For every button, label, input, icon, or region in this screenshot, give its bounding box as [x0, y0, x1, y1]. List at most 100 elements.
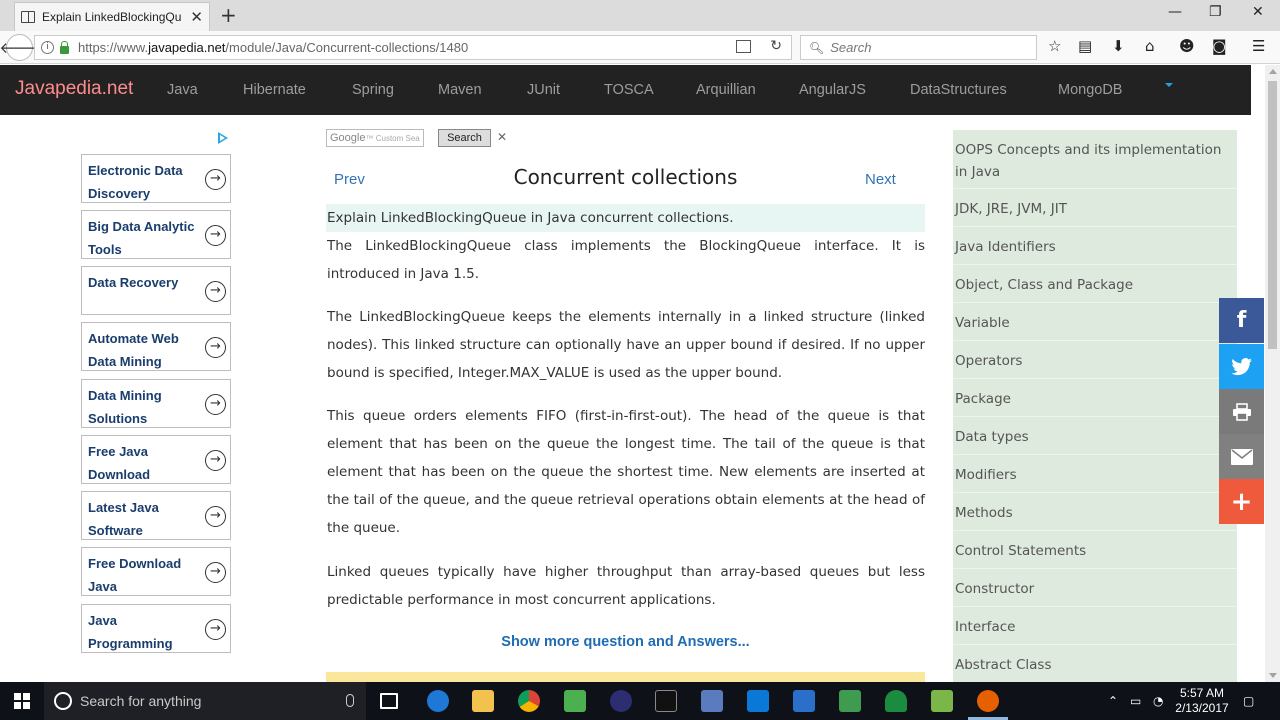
prev-link[interactable]: Prev	[334, 171, 365, 188]
email-share-icon[interactable]	[1219, 434, 1264, 479]
windows-start-icon[interactable]	[14, 693, 30, 709]
topic-link[interactable]: Variable	[955, 312, 1233, 334]
ad-link-big-data-analytic-tools[interactable]: Big Data Analytic Tools →	[81, 210, 231, 259]
topic-link[interactable]: Java Identifiers	[955, 236, 1233, 258]
topic-link[interactable]: Interface	[955, 616, 1233, 638]
google-custom-search-input[interactable]: Google™ Custom Sea	[326, 129, 424, 147]
nav-angularjs[interactable]: AngularJS	[799, 82, 866, 98]
reload-icon[interactable]: ↻	[770, 38, 782, 54]
network-app-icon[interactable]	[701, 690, 723, 712]
page-scrollbar[interactable]	[1265, 65, 1280, 682]
battery-icon[interactable]: ▭	[1130, 694, 1141, 708]
ad-link-latest-java-software[interactable]: Latest Java Software →	[81, 491, 231, 540]
topic-divider	[953, 226, 1237, 227]
tray-chevron-icon[interactable]: ⌃	[1108, 694, 1118, 708]
nav-datastructures[interactable]: DataStructures	[910, 82, 1007, 98]
download-icon[interactable]: ⬇	[1112, 37, 1125, 55]
edge-browser-icon[interactable]	[427, 690, 449, 712]
site-brand[interactable]: Javapedia.net	[15, 78, 133, 100]
wifi-icon[interactable]: ◔	[1153, 694, 1163, 708]
file-explorer-icon[interactable]	[472, 690, 494, 712]
pocket-icon[interactable]: ◙	[1212, 37, 1227, 55]
twitter-share-icon[interactable]	[1219, 344, 1264, 389]
home-icon[interactable]: ⌂	[1145, 37, 1155, 55]
more-share-plus-icon[interactable]: +	[1219, 479, 1264, 524]
nav-mongodb[interactable]: MongoDB	[1058, 82, 1122, 98]
scroll-down-arrow-icon[interactable]	[1269, 673, 1277, 678]
browser-tab-active[interactable]: Explain LinkedBlockingQu... ✕	[14, 2, 210, 31]
topic-link[interactable]: Operators	[955, 350, 1233, 372]
scroll-up-arrow-icon[interactable]	[1269, 69, 1277, 74]
arrow-right-circle-icon: →	[205, 225, 226, 246]
minimize-icon[interactable]: —	[1168, 4, 1182, 20]
ad-link-free-download-java[interactable]: Free Download Java →	[81, 547, 231, 596]
topic-link[interactable]: Modifiers	[955, 464, 1233, 486]
topic-divider	[953, 340, 1237, 341]
nav-spring[interactable]: Spring	[352, 82, 394, 98]
topic-link[interactable]: Control Statements	[955, 540, 1233, 562]
facebook-share-icon[interactable]: f	[1219, 298, 1264, 343]
vscode-icon[interactable]	[793, 690, 815, 712]
nav-hibernate[interactable]: Hibernate	[243, 82, 306, 98]
address-bar[interactable]: i https://www.javapedia.net/module/Java/…	[34, 35, 792, 60]
cortana-icon	[54, 692, 72, 710]
notifications-icon[interactable]: ▢	[1243, 694, 1254, 708]
topic-link[interactable]: JDK, JRE, JVM, JIT	[955, 198, 1233, 220]
topic-link[interactable]: Package	[955, 388, 1233, 410]
nav-dropdown-caret-icon[interactable]	[1165, 83, 1173, 87]
nav-arquillian[interactable]: Arquillian	[696, 82, 756, 98]
bookmark-star-icon[interactable]: ☆	[1048, 37, 1061, 55]
new-tab-icon[interactable]: +	[220, 3, 237, 27]
eclipse-icon[interactable]	[610, 690, 632, 712]
show-more-link[interactable]: Show more question and Answers...	[326, 634, 925, 650]
nav-maven[interactable]: Maven	[438, 82, 482, 98]
back-arrow-icon[interactable]: 🡐	[0, 34, 40, 61]
next-link[interactable]: Next	[865, 171, 896, 188]
topic-link[interactable]: Data types	[955, 426, 1233, 448]
microphone-icon[interactable]	[346, 694, 354, 707]
ad-link-data-recovery[interactable]: Data Recovery →	[81, 266, 231, 315]
search-icon: 🔍︎	[809, 40, 825, 55]
ad-link-automate-web-data-mining[interactable]: Automate Web Data Mining →	[81, 322, 231, 371]
browser-search-input[interactable]: 🔍︎ Search	[800, 35, 1037, 60]
system-clock[interactable]: 5:57 AM 2/13/2017	[1172, 686, 1232, 716]
bookmarks-list-icon[interactable]: ▤	[1078, 37, 1092, 55]
nav-tosca[interactable]: TOSCA	[604, 82, 654, 98]
close-tab-icon[interactable]: ✕	[190, 8, 203, 26]
maximize-icon[interactable]: ❐	[1209, 4, 1222, 20]
print-icon[interactable]	[1219, 389, 1264, 434]
ad-link-electronic-data-discovery[interactable]: Electronic Data Discovery →	[81, 154, 231, 203]
nav-java[interactable]: Java	[167, 82, 198, 98]
ad-link-java-programming[interactable]: Java Programming →	[81, 604, 231, 653]
topic-link[interactable]: Abstract Class	[955, 654, 1233, 676]
adchoices-icon[interactable]	[218, 132, 228, 144]
app-icon-green[interactable]	[564, 690, 586, 712]
chrome-icon[interactable]	[518, 690, 540, 712]
topic-link[interactable]: Methods	[955, 502, 1233, 524]
topic-link[interactable]: Object, Class and Package	[955, 274, 1233, 296]
photos-icon[interactable]	[839, 690, 861, 712]
task-view-icon[interactable]	[380, 693, 398, 709]
ad-link-free-java-download[interactable]: Free Java Download →	[81, 435, 231, 484]
close-window-icon[interactable]: ✕	[1252, 4, 1264, 20]
topic-divider	[953, 492, 1237, 493]
mail-icon[interactable]	[747, 690, 769, 712]
ad-link-data-mining-solutions[interactable]: Data Mining Solutions →	[81, 379, 231, 428]
menu-icon[interactable]: ☰	[1252, 37, 1265, 55]
firefox-icon[interactable]	[968, 690, 1008, 720]
notepad-icon[interactable]	[931, 690, 953, 712]
chat-icon[interactable]: ☻	[1179, 37, 1195, 55]
nav-junit[interactable]: JUnit	[527, 82, 560, 98]
topic-link[interactable]: OOPS Concepts and its implementation in …	[955, 139, 1233, 183]
leaf-app-icon[interactable]	[885, 690, 907, 712]
tab-title: Explain LinkedBlockingQu...	[42, 10, 182, 24]
clear-search-icon[interactable]: ✕	[497, 130, 507, 144]
topic-divider	[953, 302, 1237, 303]
topic-link[interactable]: Constructor	[955, 578, 1233, 600]
google-search-button[interactable]: Search	[438, 129, 491, 147]
terminal-icon[interactable]	[655, 690, 677, 712]
taskbar-search-input[interactable]: Search for anything	[44, 682, 366, 720]
reader-view-icon[interactable]	[736, 40, 751, 53]
scrollbar-thumb[interactable]	[1268, 81, 1277, 349]
info-icon[interactable]: i	[41, 41, 54, 54]
